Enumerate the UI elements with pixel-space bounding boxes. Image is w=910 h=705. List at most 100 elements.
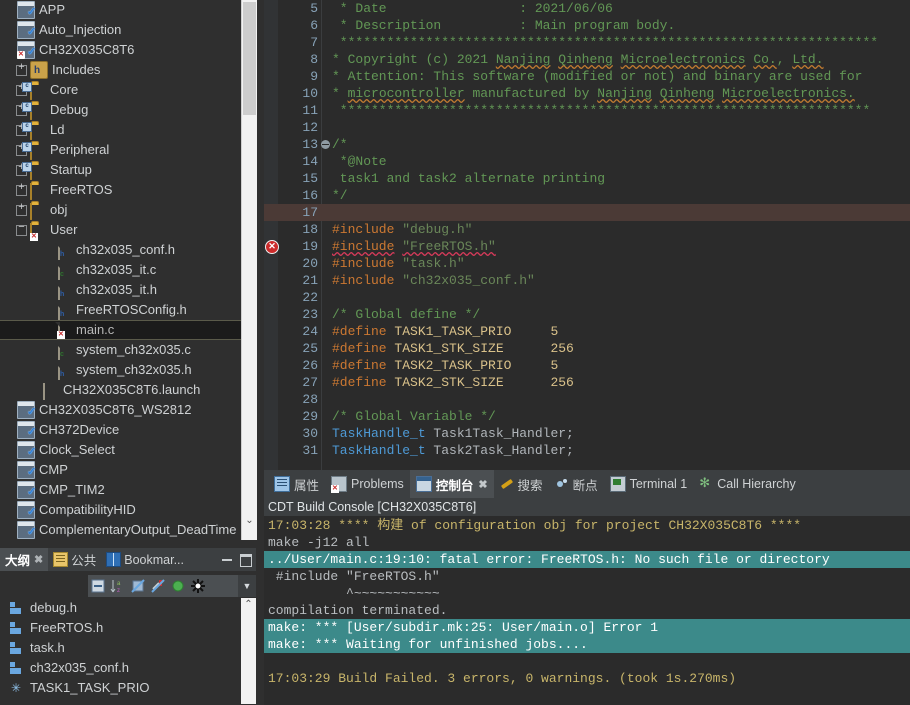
outline-item[interactable]: FreeRTOS.h bbox=[0, 618, 241, 638]
tree-item-startup[interactable]: c Startup bbox=[0, 160, 241, 180]
tree-item-clock-select[interactable]: ✓Clock_Select bbox=[0, 440, 241, 462]
tree-item-auto-injection[interactable]: ✓Auto_Injection bbox=[0, 20, 241, 42]
scroll-down-icon[interactable]: ⌄ bbox=[242, 515, 257, 526]
code-line[interactable]: 30 TaskHandle_t Task1Task_Handler; bbox=[264, 425, 910, 442]
console-tab--[interactable]: 控制台 ✖ bbox=[409, 470, 494, 498]
twisty-plus-icon[interactable] bbox=[15, 201, 28, 217]
outline-item[interactable]: task.h bbox=[0, 638, 241, 658]
tree-item-freertos[interactable]: FreeRTOS bbox=[0, 180, 241, 200]
console-tab--[interactable]: 属性 bbox=[268, 470, 325, 498]
project-explorer-scrollbar[interactable]: ⌄ bbox=[241, 0, 257, 540]
code-line[interactable]: 17 bbox=[264, 204, 910, 221]
tree-item-cmp-tim2[interactable]: ✓CMP_TIM2 bbox=[0, 480, 241, 502]
code-line[interactable]: 26 #define TASK2_TASK_PRIO 5 bbox=[264, 357, 910, 374]
close-icon[interactable]: ✖ bbox=[34, 553, 43, 566]
code-line[interactable]: 13 /* bbox=[264, 136, 910, 153]
console-tab-problems[interactable]: Problems bbox=[325, 470, 410, 498]
code-line[interactable]: 5 * Date : 2021/06/06 bbox=[264, 0, 910, 17]
twisty-minus-icon[interactable] bbox=[15, 221, 28, 237]
close-icon[interactable]: ✖ bbox=[478, 478, 487, 491]
code-line[interactable]: 24 #define TASK1_TASK_PRIO 5 bbox=[264, 323, 910, 340]
outline-list[interactable]: debug.h FreeRTOS.h task.h ch32x035_conf.h ✳ T… bbox=[0, 598, 241, 704]
collapse-all-icon[interactable] bbox=[88, 576, 108, 596]
tree-item-ch32x035c8t6[interactable]: ✓✕CH32X035C8T6 bbox=[0, 40, 241, 62]
tree-item-main-c[interactable]: c✕ main.c bbox=[0, 320, 241, 340]
code-line[interactable]: 21 #include "ch32x035_conf.h" bbox=[264, 272, 910, 289]
tree-item-ld[interactable]: c Ld bbox=[0, 120, 241, 140]
tree-item-compatibilityhid[interactable]: ✓CompatibilityHID bbox=[0, 500, 241, 522]
tree-item-ch32x035c8t6-launch[interactable]: CH32X035C8T6.launch bbox=[0, 380, 241, 400]
console-tab--[interactable]: 搜索 bbox=[494, 470, 549, 498]
code-line[interactable]: 16 */ bbox=[264, 187, 910, 204]
tree-item-ch32x035-conf-h[interactable]: h ch32x035_conf.h bbox=[0, 240, 241, 260]
project-explorer-scroll-thumb[interactable] bbox=[243, 2, 256, 115]
outline-item[interactable]: ✳ TASK1_TASK_PRIO bbox=[0, 678, 241, 698]
outline-tab-public[interactable]: 公共 bbox=[48, 548, 101, 571]
tree-item-system-ch32x035-c[interactable]: c system_ch32x035.c bbox=[0, 340, 241, 360]
console-tab-call-hierarchy[interactable]: Call Hierarchy bbox=[693, 470, 802, 498]
code-line[interactable]: 10 * microcontroller manufactured by Nanj… bbox=[264, 85, 910, 102]
tree-item-obj[interactable]: obj bbox=[0, 200, 241, 220]
code-line[interactable]: 28 bbox=[264, 391, 910, 408]
outline-toolbar[interactable]: az bbox=[88, 575, 238, 597]
code-line[interactable]: 12 bbox=[264, 119, 910, 136]
console-output[interactable]: 17:03:28 **** 构建 of configuration obj fo… bbox=[264, 517, 910, 705]
code-line[interactable]: 27 #define TASK2_STK_SIZE 256 bbox=[264, 374, 910, 391]
code-line[interactable]: 18 #include "debug.h" bbox=[264, 221, 910, 238]
code-line[interactable]: 8 * Copyright (c) 2021 Nanjing Qinheng Mi… bbox=[264, 51, 910, 68]
tree-item-ch32x035-it-h[interactable]: h ch32x035_it.h bbox=[0, 280, 241, 300]
code-line[interactable]: ✕ 19 #include "FreeRTOS.h" bbox=[264, 238, 910, 255]
tree-item-includes[interactable]: Includes bbox=[0, 60, 241, 81]
code-line[interactable]: 29 /* Global Variable */ bbox=[264, 408, 910, 425]
outline-window-buttons[interactable] bbox=[222, 552, 252, 567]
outline-tab-outline[interactable]: 大纲 ✖ bbox=[0, 548, 49, 571]
outline-tab-bar[interactable]: 大纲 ✖ 公共 Bookmar... bbox=[0, 548, 256, 571]
code-editor[interactable]: 5 * Date : 2021/06/06 6 * Description : M… bbox=[264, 0, 910, 470]
hide-static-icon[interactable] bbox=[148, 576, 168, 596]
twisty-plus-icon[interactable] bbox=[15, 61, 28, 77]
project-explorer-tree[interactable]: ✓APP✓Auto_Injection✓✕CH32X035C8T6Include… bbox=[0, 0, 241, 540]
tree-item-app[interactable]: ✓APP bbox=[0, 0, 241, 22]
hide-macros-icon[interactable] bbox=[188, 576, 208, 596]
code-line[interactable]: 22 bbox=[264, 289, 910, 306]
console-tab--[interactable]: 断点 bbox=[549, 470, 604, 498]
tree-item-ch32x035-it-c[interactable]: c ch32x035_it.c bbox=[0, 260, 241, 280]
outline-view-menu-icon[interactable]: ▼ bbox=[238, 575, 256, 597]
code-line[interactable]: 7 **************************************… bbox=[264, 34, 910, 51]
tree-item-cmp[interactable]: ✓CMP bbox=[0, 460, 241, 482]
code-line[interactable]: 20 #include "task.h" bbox=[264, 255, 910, 272]
console-tab-bar[interactable]: 属性 Problems 控制台 ✖ 搜索 断点 Terminal 1 Call Hierarc… bbox=[264, 470, 910, 498]
code-line[interactable]: 9 * Attention: This software (modified or… bbox=[264, 68, 910, 85]
editor-code-lines[interactable]: 5 * Date : 2021/06/06 6 * Description : M… bbox=[264, 0, 910, 459]
code-line[interactable]: 6 * Description : Main program body. bbox=[264, 17, 910, 34]
outline-tab-bookmarks[interactable]: Bookmar... bbox=[101, 548, 189, 571]
tree-item-core[interactable]: c Core bbox=[0, 80, 241, 100]
code-line[interactable]: 14 *@Note bbox=[264, 153, 910, 170]
tree-item-ch372device[interactable]: ✓CH372Device bbox=[0, 420, 241, 442]
tree-item-peripheral[interactable]: c Peripheral bbox=[0, 140, 241, 160]
maximize-icon[interactable] bbox=[240, 554, 252, 567]
tree-item-user[interactable]: ✕ User bbox=[0, 220, 241, 241]
outline-item[interactable]: debug.h bbox=[0, 598, 241, 618]
error-marker-icon[interactable]: ✕ bbox=[265, 240, 279, 254]
tree-item-ch32x035c8t6-ws2812[interactable]: ✓CH32X035C8T6_WS2812 bbox=[0, 400, 241, 422]
hide-fields-icon[interactable] bbox=[128, 576, 148, 596]
code-line[interactable]: 31 TaskHandle_t Task2Task_Handler; bbox=[264, 442, 910, 459]
code-line[interactable]: 15 task1 and task2 alternate printing bbox=[264, 170, 910, 187]
minimize-icon[interactable] bbox=[222, 559, 232, 561]
tree-item-debug[interactable]: c Debug bbox=[0, 100, 241, 120]
code-line[interactable]: 11 *************************************… bbox=[264, 102, 910, 119]
outline-scrollbar[interactable]: ⌃ bbox=[241, 598, 256, 704]
console-tab-terminal-1[interactable]: Terminal 1 bbox=[604, 470, 694, 498]
code-line[interactable]: 23 /* Global define */ bbox=[264, 306, 910, 323]
code-line[interactable]: 25 #define TASK1_STK_SIZE 256 bbox=[264, 340, 910, 357]
scroll-up-icon[interactable]: ⌃ bbox=[241, 599, 256, 610]
sort-icon[interactable]: az bbox=[108, 576, 128, 596]
twisty-plus-icon[interactable] bbox=[15, 181, 28, 197]
fold-collapse-icon[interactable] bbox=[321, 140, 330, 149]
tree-item-complementaryoutput-deadtime[interactable]: ✓ComplementaryOutput_DeadTime bbox=[0, 520, 241, 540]
hide-nonpublic-icon[interactable] bbox=[168, 576, 188, 596]
tree-item-freertosconfig-h[interactable]: h FreeRTOSConfig.h bbox=[0, 300, 241, 320]
tree-item-system-ch32x035-h[interactable]: h system_ch32x035.h bbox=[0, 360, 241, 380]
outline-item[interactable]: ch32x035_conf.h bbox=[0, 658, 241, 678]
